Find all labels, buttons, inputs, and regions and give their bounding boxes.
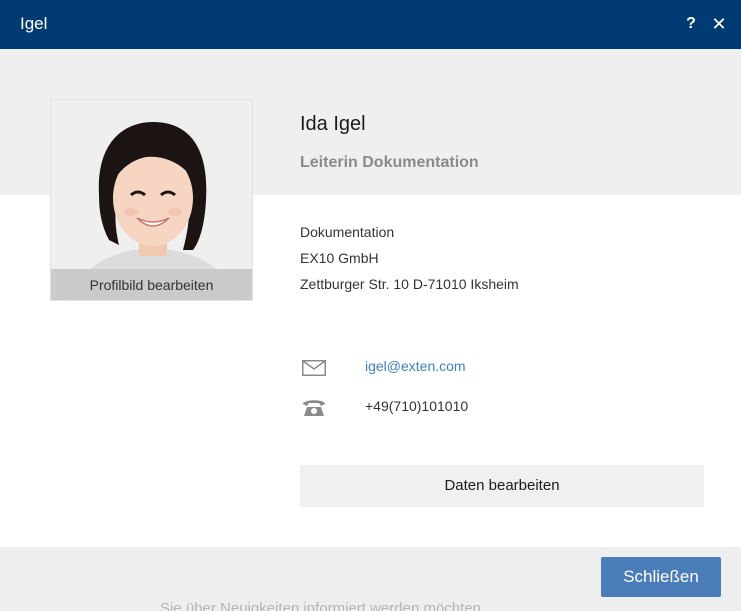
department-text: Dokumentation — [300, 224, 395, 240]
background-text: Sie über Neuigkeiten informiert werden m… — [160, 600, 481, 611]
help-button[interactable]: ? — [683, 13, 699, 35]
email-link[interactable]: igel@exten.com — [365, 358, 466, 374]
phone-number: +49(710)101010 — [365, 398, 469, 414]
person-name: Ida Igel — [300, 113, 366, 135]
company-text: EX10 GmbH — [300, 250, 379, 266]
telephone-icon — [302, 397, 326, 422]
dialog-title: Igel — [20, 14, 48, 33]
profile-photo: Profilbild bearbeiten — [50, 99, 253, 301]
edit-data-button[interactable]: Daten bearbeiten — [300, 465, 704, 507]
address-text: Zettburger Str. 10 D-71010 Iksheim — [300, 276, 519, 292]
close-button[interactable]: Schließen — [601, 557, 721, 597]
close-icon[interactable]: ✕ — [710, 13, 728, 35]
edit-profile-photo-button[interactable]: Profilbild bearbeiten — [51, 269, 252, 300]
person-job-title: Leiterin Dokumentation — [300, 154, 479, 171]
dialog-titlebar: Igel ? ✕ — [0, 0, 741, 49]
envelope-icon — [302, 360, 326, 381]
